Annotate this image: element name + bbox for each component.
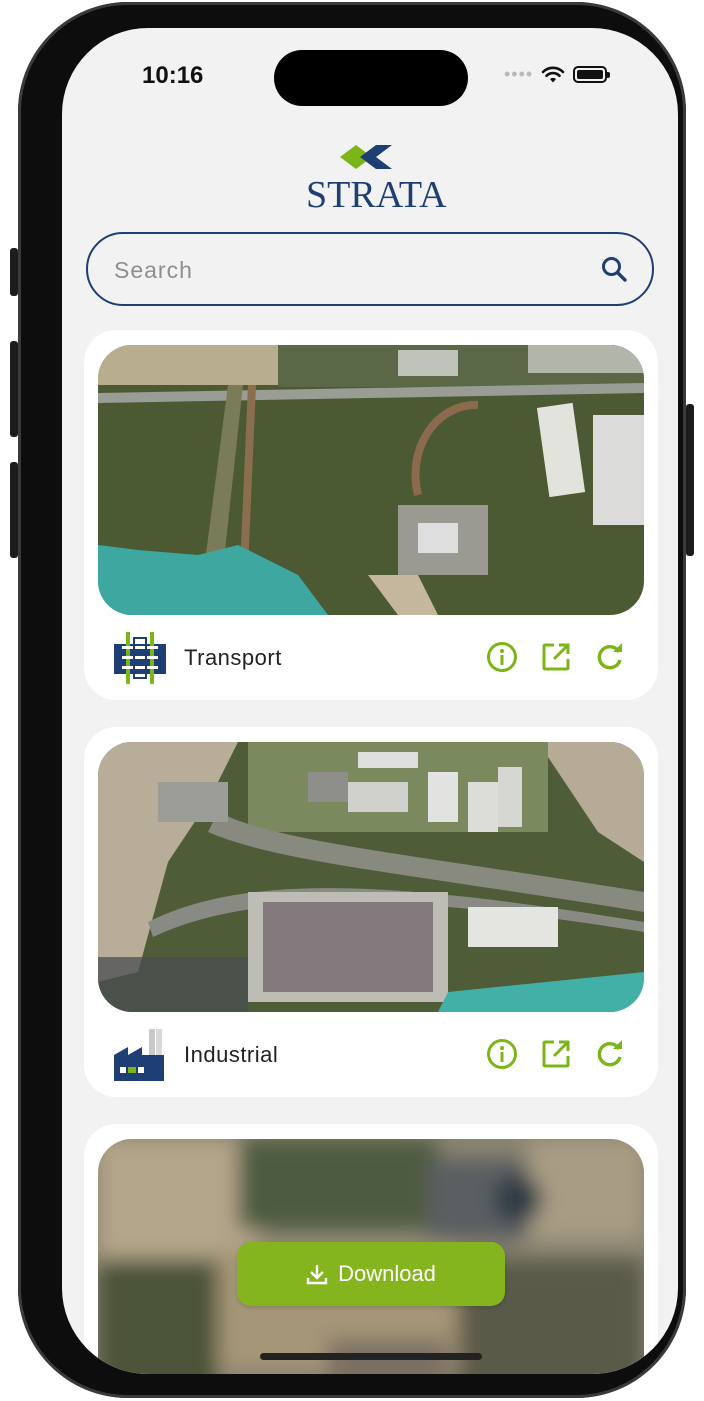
brand-name: STRATA [306, 174, 447, 216]
screen: 10:16 •••• STRATA Search Transport Indus… [62, 28, 678, 1374]
strata-logo-mark-icon [340, 145, 392, 169]
factory-icon [114, 1029, 164, 1081]
railway-icon [114, 632, 166, 684]
phone-frame: 10:16 •••• STRATA Search Transport Indus… [18, 2, 686, 1398]
action-button[interactable] [10, 248, 18, 296]
card-title: Industrial [184, 1042, 279, 1067]
download-button[interactable]: Download [237, 1242, 505, 1306]
refresh-icon[interactable] [594, 641, 626, 673]
card-image-industrial[interactable] [98, 742, 644, 1012]
battery-icon [573, 66, 611, 83]
info-icon[interactable] [486, 1038, 518, 1070]
card-actions [486, 641, 626, 673]
search-bar[interactable] [86, 232, 654, 306]
refresh-icon[interactable] [594, 1038, 626, 1070]
model-card-industrial[interactable]: Industrial [84, 727, 658, 1097]
card-title: Transport [184, 645, 282, 670]
open-external-icon[interactable] [540, 641, 572, 673]
status-indicators: •••• [504, 64, 611, 85]
volume-down-button[interactable] [10, 462, 18, 558]
model-card-transport[interactable]: Transport [84, 330, 658, 700]
home-indicator[interactable] [260, 1353, 482, 1360]
search-icon[interactable] [600, 255, 628, 283]
card-image-transport[interactable] [98, 345, 644, 615]
power-button[interactable] [686, 404, 694, 556]
info-icon[interactable] [486, 641, 518, 673]
volume-up-button[interactable] [10, 341, 18, 437]
download-icon [306, 1265, 328, 1285]
dynamic-island [274, 50, 468, 106]
wifi-icon [541, 66, 565, 82]
brand-logo: STRATA [306, 140, 447, 216]
card-actions [486, 1038, 626, 1070]
download-label: Download [338, 1261, 436, 1286]
cellular-signal-icon: •••• [504, 64, 534, 84]
search-input[interactable] [112, 250, 576, 290]
status-time: 10:16 [142, 62, 204, 89]
open-external-icon[interactable] [540, 1038, 572, 1070]
